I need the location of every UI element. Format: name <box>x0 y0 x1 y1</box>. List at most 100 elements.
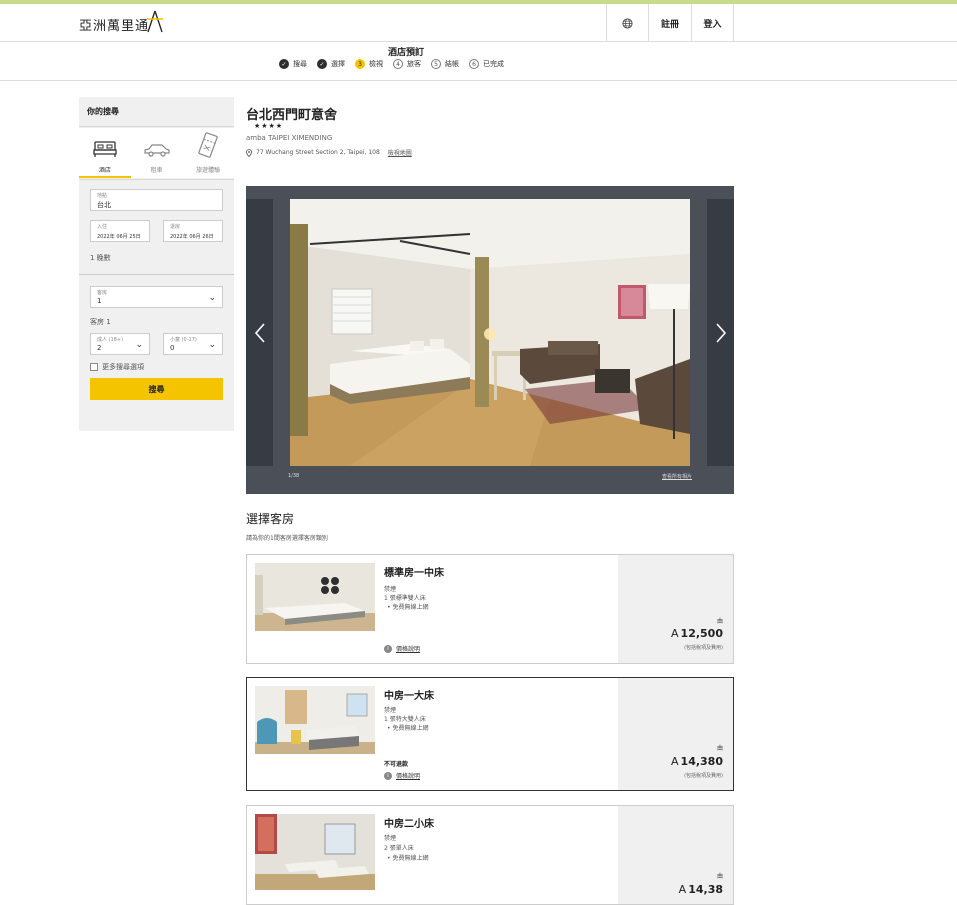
step-item: ✓ 搜尋 <box>279 59 307 69</box>
room-image <box>255 563 375 631</box>
gallery-prev-button[interactable] <box>246 199 273 466</box>
price-amount: 14,38 <box>688 883 723 896</box>
tab-car[interactable]: 租車 <box>131 128 183 178</box>
tab-hotel[interactable]: 酒店 <box>79 128 131 178</box>
checkin-value: 2022年 06月 25日 <box>97 234 141 240</box>
room-price: A 14,380 <box>671 755 723 768</box>
booking-steps: 酒店預訂 ✓ 搜尋 ✓ 選擇 3 檢視 4 旅客 5 結帳 6 已完成 <box>0 42 957 81</box>
hotel-stars: ★★★★ <box>254 122 284 130</box>
sidebar-title: 你的搜尋 <box>87 107 119 116</box>
room-card[interactable]: 中房二小床 禁煙 2 張單人床 • 免費無線上網 由 A 14,38 <box>246 805 734 905</box>
checkout-label: 退房 <box>170 224 181 230</box>
destination-field[interactable]: 地點 台北 <box>90 189 223 211</box>
step-number: 6 <box>469 59 479 69</box>
search-tabs: 酒店 租車 旅遊體驗 <box>79 128 234 178</box>
room-image <box>255 814 375 890</box>
chevron-right-icon <box>715 322 726 343</box>
price-from: 由 <box>716 745 723 752</box>
register-button[interactable]: 註冊 <box>648 4 691 42</box>
price-box: 由 A 14,380 (包括稅項及費用) <box>618 678 733 790</box>
checkin-field[interactable]: 入住 2022年 06月 25日 <box>90 220 150 242</box>
destination-value: 台北 <box>97 201 111 209</box>
adults-value: 2 <box>97 344 102 352</box>
room-feature: • 免費無線上網 <box>387 604 429 611</box>
rooms-label: 客房 <box>97 290 108 296</box>
step-item: ✓ 選擇 <box>317 59 345 69</box>
photo-gallery: 1/38 查看所有相片 <box>246 186 734 494</box>
room-smoking: 禁煙 <box>384 835 397 842</box>
rooms-select[interactable]: 客房 1 ⌄ <box>90 286 223 308</box>
check-icon: ✓ <box>317 59 327 69</box>
checkout-field[interactable]: 退房 2022年 06月 26日 <box>163 220 223 242</box>
login-button[interactable]: 登入 <box>691 4 734 42</box>
hotel-room-photo <box>290 199 690 466</box>
rooms-section-subtitle: 請為你的1間客房選擇客房類別 <box>246 535 328 542</box>
room-image <box>255 686 375 754</box>
checkin-label: 入住 <box>97 224 108 230</box>
step-label: 搜尋 <box>293 60 307 68</box>
map-pin-icon <box>246 148 252 157</box>
address-text: 77 Wuchang Street Section 2, Taipei, 108 <box>256 149 380 156</box>
room-photo <box>255 814 375 890</box>
price-from: 由 <box>716 618 723 625</box>
adults-select[interactable]: 成人 (18+) 2 ⌄ <box>90 333 150 355</box>
price-info-link[interactable]: i 價格說明 <box>384 771 420 780</box>
search-sidebar: 你的搜尋 酒店 租車 旅遊體驗 地點 台北 入住 2022年 06月 25日 退… <box>79 97 234 431</box>
chevron-left-icon <box>254 322 265 343</box>
step-label: 選擇 <box>331 60 345 68</box>
room-heading: 客房 1 <box>90 318 111 326</box>
price-amount: 12,500 <box>680 627 723 640</box>
rooms-value: 1 <box>97 297 102 305</box>
room-smoking: 禁煙 <box>384 707 397 714</box>
view-map-link[interactable]: 檢視地圖 <box>388 148 412 157</box>
steps-list: ✓ 搜尋 ✓ 選擇 3 檢視 4 旅客 5 結帳 6 已完成 <box>279 59 504 69</box>
gallery-photo[interactable] <box>290 199 690 466</box>
hotel-name-en: amba TAIPEI XIMENDING <box>246 134 333 142</box>
currency-symbol: A <box>671 627 679 640</box>
logo-mark-icon <box>147 10 163 33</box>
price-info-label: 價格說明 <box>396 646 421 653</box>
children-value: 0 <box>170 344 175 352</box>
car-icon <box>143 144 170 157</box>
room-name: 中房二小床 <box>384 819 434 830</box>
search-button[interactable]: 搜尋 <box>90 378 223 400</box>
price-note: (包括稅項及費用) <box>684 773 723 779</box>
gallery-next-button[interactable] <box>707 199 734 466</box>
step-item: 4 旅客 <box>393 59 421 69</box>
info-icon: i <box>384 644 392 653</box>
tab-experience[interactable]: 旅遊體驗 <box>182 128 234 178</box>
info-icon: i <box>384 771 392 780</box>
step-label: 已完成 <box>483 60 504 68</box>
price-info-link[interactable]: i 價格說明 <box>384 644 420 653</box>
hotel-address: 77 Wuchang Street Section 2, Taipei, 108… <box>246 148 412 157</box>
children-label: 小童 (0-17) <box>170 337 197 343</box>
step-label: 檢視 <box>369 60 383 68</box>
room-name: 標準房一中床 <box>384 568 444 579</box>
steps-title: 酒店預訂 <box>387 48 424 58</box>
rooms-section-title: 選擇客房 <box>246 512 295 526</box>
step-number: 4 <box>393 59 403 69</box>
divider <box>79 179 234 180</box>
tab-car-label: 租車 <box>150 167 163 174</box>
price-box: 由 A 14,38 <box>618 806 733 904</box>
price-info-label: 價格說明 <box>396 773 421 780</box>
room-price: A 12,500 <box>671 627 723 640</box>
step-number: 5 <box>431 59 441 69</box>
room-bed: 1 張標準雙人床 <box>384 595 426 602</box>
chevron-down-icon: ⌄ <box>208 293 216 303</box>
currency-symbol: A <box>678 883 687 896</box>
currency-symbol: A <box>671 755 679 768</box>
refund-policy: 不可退款 <box>384 761 409 768</box>
adults-label: 成人 (18+) <box>97 337 124 343</box>
more-options-checkbox[interactable] <box>90 363 98 371</box>
room-card[interactable]: 中房一大床 禁煙 1 張特大雙人床 • 免費無線上網 不可退款 i 價格說明 由… <box>246 677 734 791</box>
children-select[interactable]: 小童 (0-17) 0 ⌄ <box>163 333 223 355</box>
language-button[interactable] <box>606 4 648 42</box>
room-card[interactable]: 標準房一中床 禁煙 1 張標準雙人床 • 免費無線上網 i 價格說明 由 A 12… <box>246 554 734 664</box>
step-item: 3 檢視 <box>355 59 383 69</box>
chevron-down-icon: ⌄ <box>208 340 216 350</box>
logo[interactable]: 亞洲萬里通 <box>79 10 163 36</box>
view-all-photos-link[interactable]: 查看所有相片 <box>662 473 692 480</box>
room-bed: 1 張特大雙人床 <box>384 716 426 723</box>
hotel-name: 台北西門町意舍 <box>246 108 338 123</box>
